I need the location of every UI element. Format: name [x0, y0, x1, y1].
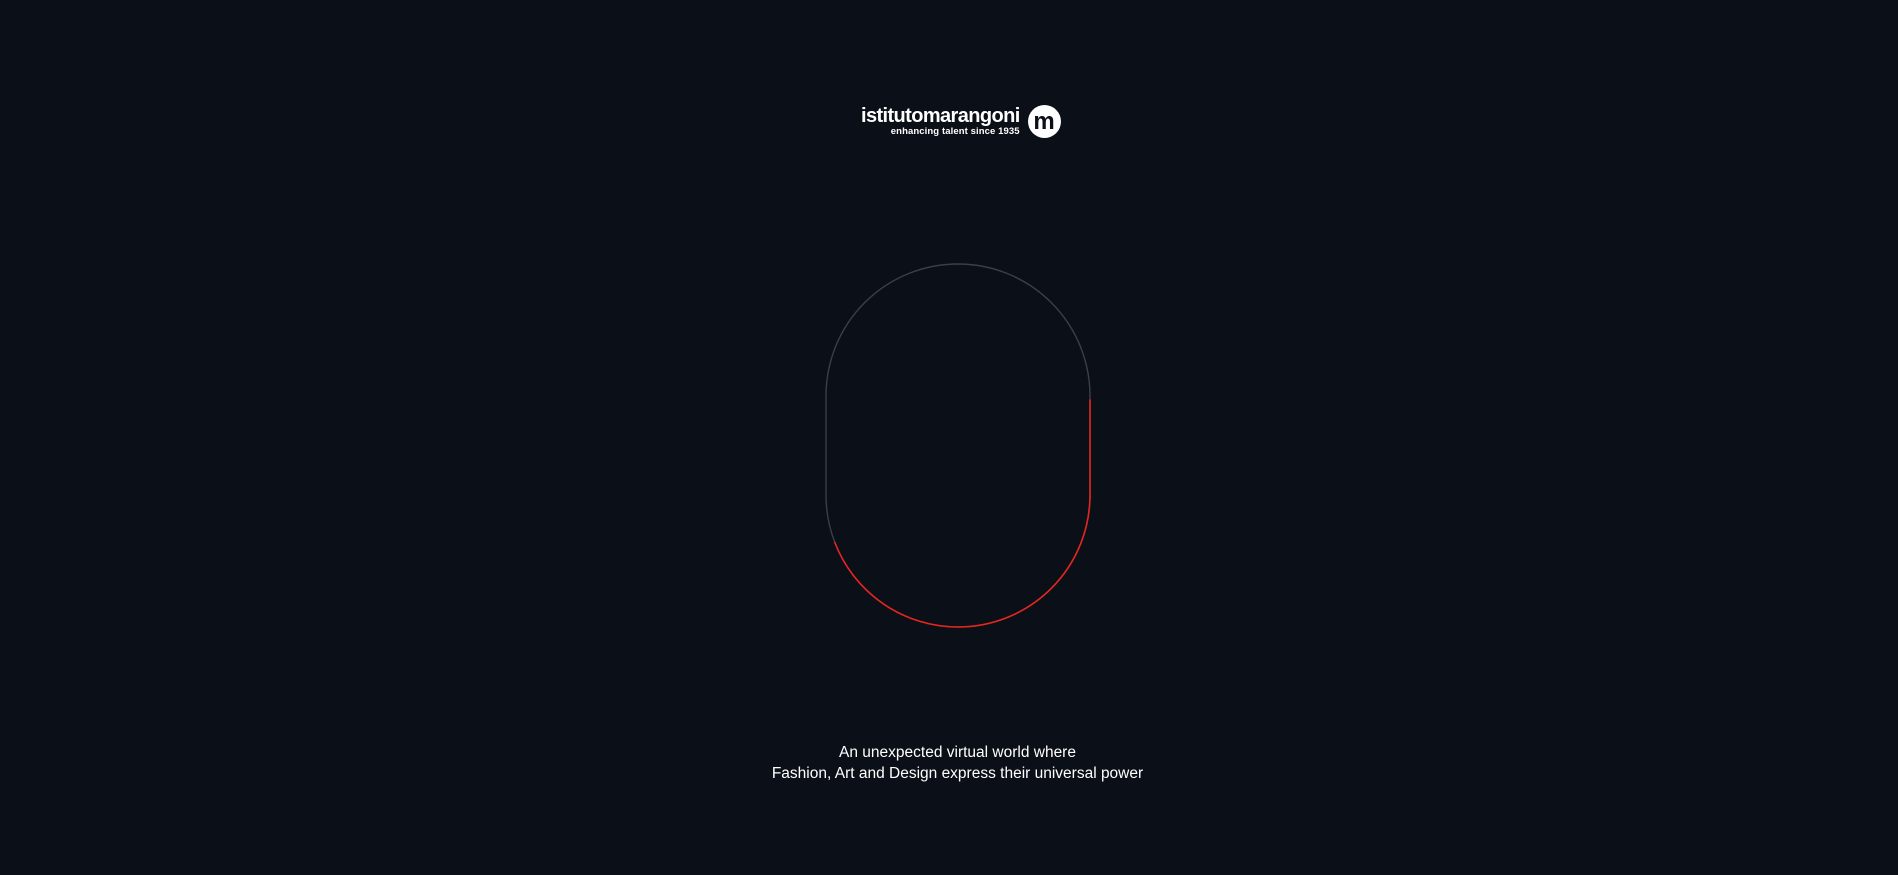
intro-line-1: An unexpected virtual world where — [839, 744, 1076, 761]
loader-progress-arc — [825, 263, 1091, 628]
brand-name: istitutomarangoni — [861, 105, 1020, 127]
brand-m-mark-icon: m — [1027, 104, 1061, 138]
intro-line-2: Fashion, Art and Design express their un… — [771, 765, 1144, 782]
brand-logo-text: istitutomarangoni enhancing talent since… — [861, 106, 1020, 138]
splash-page: istitutomarangoni enhancing talent since… — [0, 0, 1898, 875]
intro-text: An unexpected virtual world where Fashio… — [0, 742, 1898, 784]
brand-mark-letter: m — [1033, 108, 1054, 135]
loading-progress-ring — [825, 263, 1091, 628]
loader-track — [825, 263, 1091, 628]
brand-logo: istitutomarangoni enhancing talent since… — [861, 104, 1061, 138]
brand-tagline: enhancing talent since 1935 — [890, 126, 1020, 137]
